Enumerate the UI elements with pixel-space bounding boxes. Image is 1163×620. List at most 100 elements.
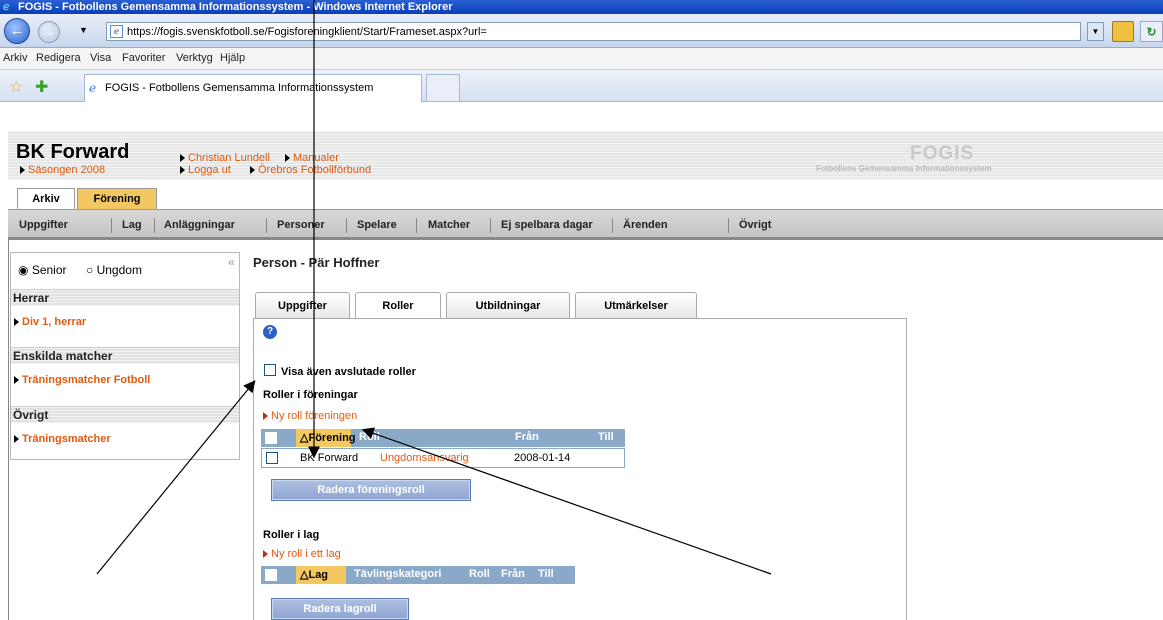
tab-uppgifter[interactable]: Uppgifter (255, 292, 350, 318)
arrow-icon (285, 154, 290, 163)
nav-ovrigt[interactable]: Övrigt (739, 219, 771, 231)
cell-roll[interactable]: Ungdomsansvarig (380, 452, 469, 464)
delete-team-role-button[interactable]: Radera lagroll (271, 598, 409, 620)
favorites-star-icon[interactable]: ☆ (9, 77, 23, 97)
show-ended-label: Visa även avslutade roller (281, 366, 416, 378)
association-link[interactable]: Örebros Fotbollförbund (250, 164, 371, 176)
help-icon[interactable]: ? (263, 325, 277, 339)
new-team-role-link[interactable]: Ny roll i ett lag (263, 548, 341, 560)
col-fran[interactable]: Från (515, 431, 539, 443)
fogis-subtitle: Fotbollens Gemensamma Informationssystem (816, 164, 992, 173)
manuals-link[interactable]: Manualer (285, 152, 339, 164)
cell-fran: 2008-01-14 (514, 452, 571, 464)
user-link[interactable]: Christian Lundell (180, 152, 270, 164)
menu-verktyg[interactable]: Verktyg (176, 52, 213, 64)
page-icon: ℯ (110, 25, 123, 38)
forward-button[interactable]: → (38, 21, 60, 43)
page-title: Person - Pär Hoffner (253, 255, 380, 270)
sidebar-item-traningsmatcher[interactable]: Träningsmatcher (14, 433, 111, 445)
nav-uppgifter[interactable]: Uppgifter (19, 219, 68, 231)
nav-matcher[interactable]: Matcher (428, 219, 470, 231)
new-club-role-link[interactable]: Ny roll föreningen (263, 410, 357, 422)
col-roll[interactable]: Roll (359, 431, 380, 443)
history-dropdown-icon[interactable]: ▼ (79, 25, 88, 35)
fogis-logo: FOGIS (910, 143, 975, 164)
main-tab-arkiv[interactable]: Arkiv (17, 188, 75, 209)
menu-favoriter[interactable]: Favoriter (122, 52, 165, 64)
internet-explorer-icon: ℯ (89, 81, 97, 95)
browser-tab[interactable]: ℯ FOGIS - Fotbollens Gemensamma Informat… (84, 74, 422, 102)
window-title-bar: ℯ FOGIS - Fotbollens Gemensamma Informat… (0, 0, 1163, 14)
arrow-icon (14, 435, 19, 444)
arrow-icon (263, 550, 268, 559)
sidebar-item-div1[interactable]: Div 1, herrar (14, 316, 86, 328)
team-roles-table-header: △Lag Tävlingskategori Roll Från Till (261, 566, 575, 584)
menu-arkiv[interactable]: Arkiv (3, 52, 27, 64)
internet-explorer-icon: ℯ (3, 1, 10, 13)
new-tab-button[interactable] (426, 74, 460, 102)
address-toolbar: ← → ▼ ℯ ▼ ↻ (0, 14, 1163, 48)
nav-ej-spelbara-dagar[interactable]: Ej spelbara dagar (501, 219, 593, 231)
team-roles-heading: Roller i lag (263, 529, 320, 541)
col-till[interactable]: Till (598, 431, 614, 443)
lock-icon[interactable] (1112, 21, 1134, 42)
tab-roller[interactable]: Roller (355, 292, 441, 319)
tab-utmarkelser[interactable]: Utmärkelser (575, 292, 697, 318)
arrow-icon (14, 376, 19, 385)
cell-forening: BK Forward (300, 452, 359, 464)
back-button[interactable]: ← (4, 18, 30, 44)
select-all-checkbox[interactable] (265, 569, 277, 581)
nav-arenden[interactable]: Ärenden (623, 219, 668, 231)
season-link[interactable]: Säsongen 2008 (20, 164, 105, 176)
sidebar-group-herrar: Herrar (11, 289, 239, 306)
address-input[interactable] (106, 22, 1081, 41)
table-row: BK Forward Ungdomsansvarig 2008-01-14 (261, 448, 625, 468)
sidebar-item-traningsmatcher-fotboll[interactable]: Träningsmatcher Fotboll (14, 374, 150, 386)
sidebar-group-ovrigt: Övrigt (11, 406, 239, 423)
logout-link[interactable]: Logga ut (180, 164, 231, 176)
arrow-icon (263, 412, 268, 421)
arrow-icon (14, 318, 19, 327)
refresh-button[interactable]: ↻ (1140, 21, 1163, 42)
nav-personer[interactable]: Personer (277, 219, 325, 231)
nav-lag[interactable]: Lag (122, 219, 142, 231)
col-forening[interactable]: △Förening (296, 429, 356, 447)
ungdom-radio[interactable]: ○ Ungdom (86, 263, 142, 277)
show-ended-checkbox[interactable] (264, 364, 276, 376)
collapse-icon[interactable]: « (228, 255, 235, 269)
address-dropdown-button[interactable]: ▼ (1087, 22, 1104, 41)
menu-hjalp[interactable]: Hjälp (220, 52, 245, 64)
delete-club-role-button[interactable]: Radera föreningsroll (271, 479, 471, 501)
menu-visa[interactable]: Visa (90, 52, 111, 64)
menu-bar: Arkiv Redigera Visa Favoriter Verktyg Hj… (0, 48, 1163, 70)
left-border (8, 240, 9, 620)
col-roll[interactable]: Roll (469, 568, 490, 580)
refresh-icon: ↻ (1146, 25, 1157, 39)
add-favorites-icon[interactable]: ✚ (35, 77, 48, 97)
sidebar-group-enskilda: Enskilda matcher (11, 347, 239, 364)
arrow-icon (250, 166, 255, 175)
row-checkbox[interactable] (266, 452, 278, 464)
browser-tab-label: FOGIS - Fotbollens Gemensamma Informatio… (105, 82, 374, 94)
radio-checked-icon: ◉ (18, 263, 29, 277)
col-lag[interactable]: △Lag (296, 566, 346, 584)
col-tavlingskategori[interactable]: Tävlingskategori (354, 568, 441, 580)
radio-icon: ○ (86, 263, 94, 277)
col-till[interactable]: Till (538, 568, 554, 580)
club-roles-table-header: △Förening Roll Från Till (261, 429, 625, 447)
arrow-icon (180, 154, 185, 163)
back-arrow-icon: ← (9, 22, 25, 39)
main-tab-forening[interactable]: Förening (77, 188, 157, 209)
favorites-bar: ☆ ✚ ℯ FOGIS - Fotbollens Gemensamma Info… (0, 70, 1163, 102)
arrow-icon (180, 166, 185, 175)
nav-spelare[interactable]: Spelare (357, 219, 397, 231)
col-fran[interactable]: Från (501, 568, 525, 580)
tab-utbildningar[interactable]: Utbildningar (446, 292, 570, 318)
club-roles-heading: Roller i föreningar (263, 389, 358, 401)
select-all-checkbox[interactable] (265, 432, 277, 444)
menu-redigera[interactable]: Redigera (36, 52, 81, 64)
senior-radio[interactable]: ◉ Senior (18, 263, 67, 277)
window-title: FOGIS - Fotbollens Gemensamma Informatio… (18, 1, 453, 13)
forward-arrow-icon: → (43, 25, 55, 39)
nav-anlaggningar[interactable]: Anläggningar (164, 219, 235, 231)
